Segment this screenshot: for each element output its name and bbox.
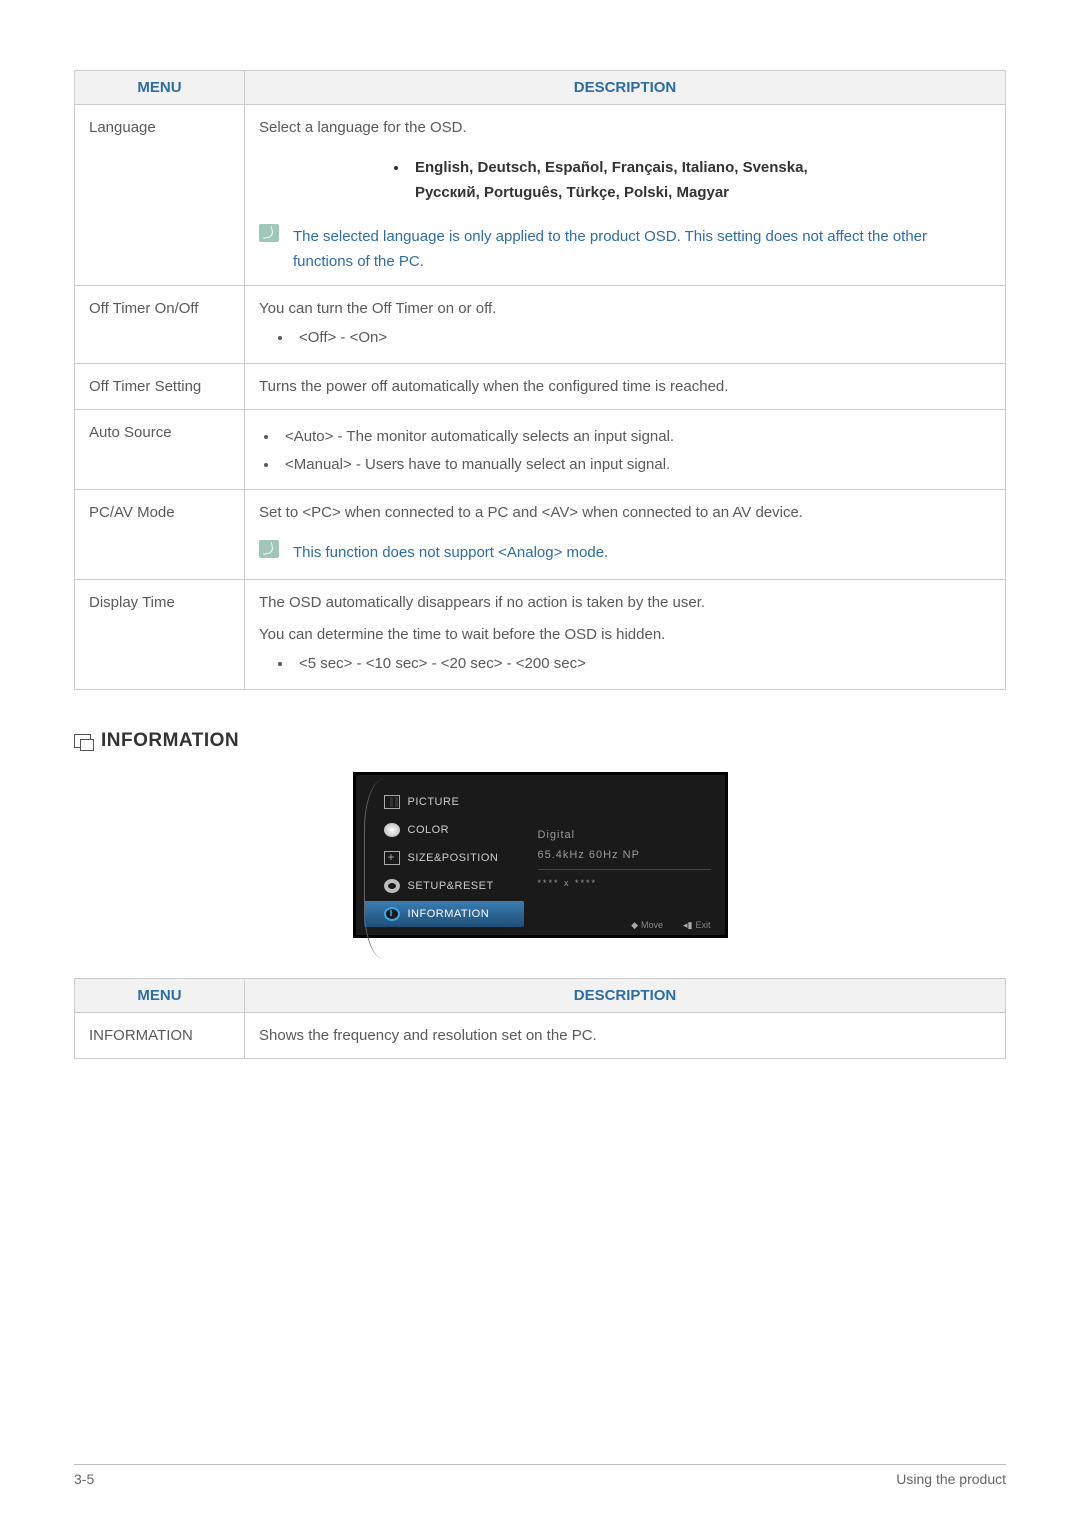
language-note: The selected language is only applied to… [293, 224, 991, 275]
col-header-menu: MENU [75, 71, 245, 105]
information-table: MENU DESCRIPTION INFORMATION Shows the f… [74, 978, 1006, 1060]
menu-item-auto-source: Auto Source [75, 410, 245, 490]
table-row: Auto Source <Auto> - The monitor automat… [75, 410, 1006, 490]
move-icon: ◆ [631, 920, 638, 930]
table-row: INFORMATION Shows the frequency and reso… [75, 1012, 1006, 1059]
pcav-note: This function does not support <Analog> … [293, 540, 991, 566]
menu-item-off-timer-setting: Off Timer Setting [75, 363, 245, 410]
menu-item-display-time: Display Time [75, 580, 245, 690]
col-header-description: DESCRIPTION [245, 978, 1006, 1012]
color-icon [384, 823, 400, 837]
language-intro: Select a language for the OSD. [259, 115, 991, 141]
col-header-description: DESCRIPTION [245, 71, 1006, 105]
note-icon [259, 224, 279, 242]
settings-table-1: MENU DESCRIPTION Language Select a langu… [74, 70, 1006, 690]
menu-item-language: Language [75, 105, 245, 286]
menu-item-information: INFORMATION [75, 1012, 245, 1059]
size-position-icon [384, 851, 400, 865]
table-row: Off Timer Setting Turns the power off au… [75, 363, 1006, 410]
gear-icon [384, 879, 400, 893]
language-list: English, Deutsch, Español, Français, Ita… [385, 155, 865, 206]
page-number: 3-5 [74, 1471, 94, 1487]
picture-icon [384, 795, 400, 809]
section-header-information: INFORMATION [74, 730, 1006, 752]
table-row: PC/AV Mode Set to <PC> when connected to… [75, 490, 1006, 580]
section-title: INFORMATION [101, 730, 239, 752]
col-header-menu: MENU [75, 978, 245, 1012]
menu-item-off-timer-onoff: Off Timer On/Off [75, 285, 245, 363]
osd-info-panel: Digital 65.4kHz 60Hz NP **** x **** [524, 789, 711, 929]
note-icon [259, 540, 279, 558]
page-footer: 3-5 Using the product [74, 1464, 1006, 1487]
info-icon [384, 907, 400, 921]
section-icon [74, 734, 91, 748]
osd-footer: ◆Move ◂▮Exit [631, 920, 710, 931]
osd-screenshot: PICTURE COLOR SIZE&POSITION SETUP&RESET … [353, 772, 728, 938]
table-row: Display Time The OSD automatically disap… [75, 580, 1006, 690]
table-row: Language Select a language for the OSD. … [75, 105, 1006, 286]
chapter-title: Using the product [896, 1471, 1006, 1487]
table-row: Off Timer On/Off You can turn the Off Ti… [75, 285, 1006, 363]
exit-icon: ◂▮ [683, 920, 692, 930]
menu-item-pcav-mode: PC/AV Mode [75, 490, 245, 580]
